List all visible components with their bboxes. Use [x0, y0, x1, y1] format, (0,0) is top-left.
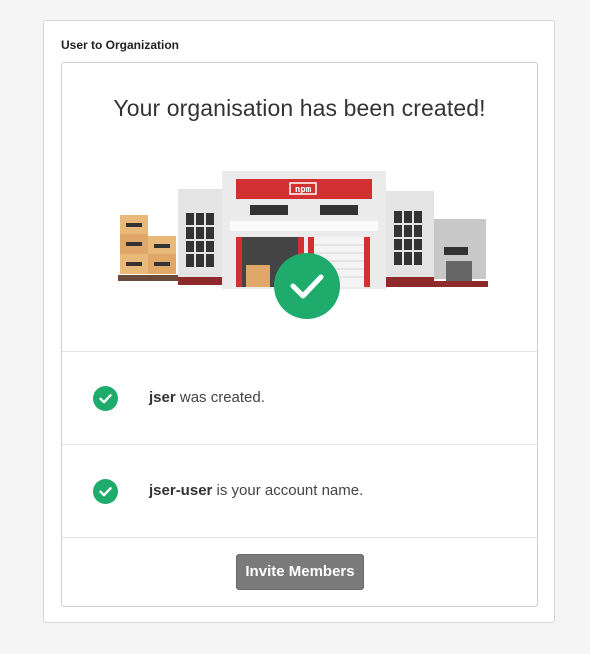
account-message: jser-user is your account name.: [149, 482, 363, 499]
panel-title: User to Organization: [61, 38, 180, 52]
pallet-base: [118, 275, 184, 281]
check-icon: [93, 386, 118, 411]
message-row-account: jser-user is your account name.: [62, 445, 537, 538]
account-message-text: is your account name.: [212, 482, 364, 499]
check-icon: [93, 479, 118, 504]
org-name: jser: [149, 389, 176, 406]
invite-members-button[interactable]: Invite Members: [236, 554, 364, 590]
success-check-icon: [274, 253, 340, 319]
page-title: Your organisation has been created!: [113, 95, 486, 121]
account-name: jser-user: [149, 482, 213, 499]
created-message-text: was created.: [175, 389, 265, 406]
npm-sign-text: npm: [295, 185, 312, 195]
message-row-created: jser was created.: [62, 352, 537, 445]
box-stack: [120, 215, 176, 274]
result-card: Your organisation has been created! npm …: [61, 62, 538, 607]
created-message: jser was created.: [149, 389, 265, 406]
user-to-organization-panel: User to Organization Your organisation h…: [43, 20, 555, 623]
hero-section: Your organisation has been created! npm: [62, 63, 537, 352]
